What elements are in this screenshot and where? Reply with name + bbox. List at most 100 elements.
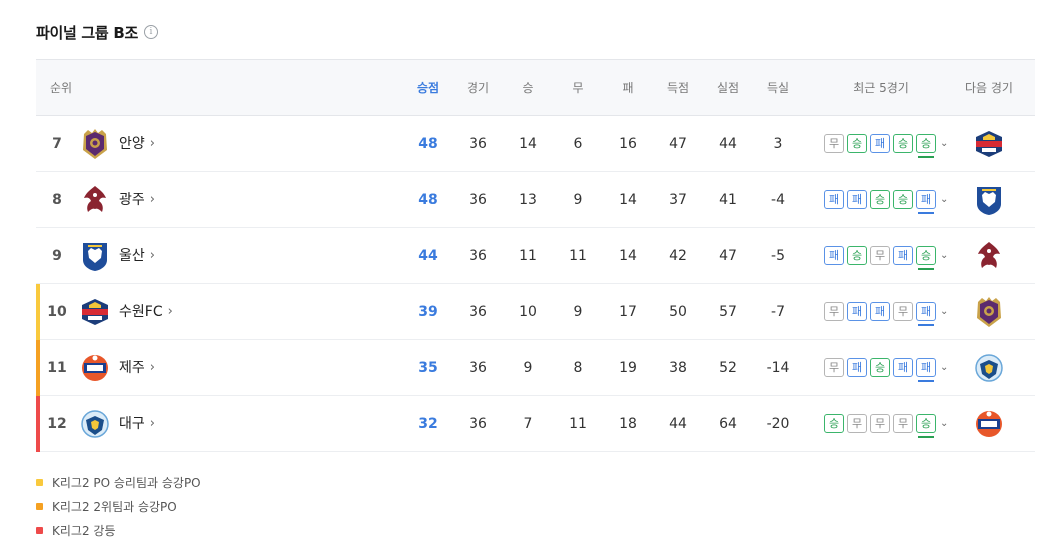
played-cell: 36 — [469, 304, 487, 320]
goals-for-cell: 50 — [669, 304, 687, 320]
team-link[interactable]: 수원FC › — [119, 284, 173, 340]
result-badge: 승 — [847, 134, 867, 153]
result-badge: 승 — [824, 414, 844, 433]
goal-diff-cell: -5 — [771, 248, 785, 264]
result-badge: 무 — [824, 358, 844, 377]
goals-for-cell: 47 — [669, 136, 687, 152]
lost-cell: 19 — [619, 360, 637, 376]
team-link[interactable]: 광주 › — [119, 172, 155, 228]
table-header: 순위 승점 경기 승 무 패 득점 실점 득실 최근 5경기 다음 경기 — [36, 59, 1035, 116]
goals-for-cell: 37 — [669, 192, 687, 208]
goals-for-cell: 42 — [669, 248, 687, 264]
goals-against-cell: 52 — [719, 360, 737, 376]
drawn-cell: 11 — [569, 248, 587, 264]
legend-label: K리그2 PO 승리팀과 승강PO — [52, 475, 201, 490]
table-row: 11 제주 › 35 36 9 8 19 38 52 -14 무 패 승 패 패 ⌄ — [36, 340, 1035, 396]
team-link[interactable]: 울산 › — [119, 228, 155, 284]
legend-color-swatch — [36, 526, 43, 534]
table-row: 10 수원FC › 39 36 10 9 17 50 57 -7 무 패 패 무 패 ⌄ — [36, 284, 1035, 340]
chevron-right-icon: › — [149, 192, 155, 207]
recent-form: 무 패 패 무 패 ⌄ — [824, 302, 948, 326]
next-opponent-crest-suwonfc[interactable] — [974, 128, 1004, 160]
legend-color-swatch — [36, 502, 43, 510]
result-badge: 승 — [847, 246, 867, 265]
goal-diff-cell: -20 — [766, 416, 790, 432]
legend-item: K리그2 강등 — [36, 518, 201, 542]
col-points[interactable]: 승점 — [413, 60, 443, 116]
chevron-right-icon: › — [149, 248, 155, 263]
played-cell: 36 — [469, 248, 487, 264]
team-crest-ulsan[interactable] — [80, 240, 110, 272]
played-cell: 36 — [469, 136, 487, 152]
chevron-down-icon[interactable]: ⌄ — [940, 414, 948, 433]
result-badge: 패 — [893, 246, 913, 265]
chevron-down-icon[interactable]: ⌄ — [940, 134, 948, 153]
lost-cell: 14 — [619, 192, 637, 208]
result-badge: 승 — [893, 190, 913, 209]
team-link[interactable]: 제주 › — [119, 340, 155, 396]
next-opponent-crest-ulsan[interactable] — [974, 184, 1004, 216]
team-link[interactable]: 안양 › — [119, 116, 155, 172]
points-cell: 44 — [418, 248, 438, 264]
chevron-right-icon: › — [149, 416, 155, 431]
team-link[interactable]: 대구 › — [119, 396, 155, 452]
section-header: 파이널 그룹 B조 i — [36, 20, 158, 44]
result-badge: 승 — [916, 246, 936, 270]
points-cell: 32 — [418, 416, 438, 432]
result-badge: 패 — [916, 302, 936, 326]
next-opponent-crest-daegu[interactable] — [974, 352, 1004, 384]
chevron-down-icon[interactable]: ⌄ — [940, 190, 948, 209]
table-row: 7 안양 › 48 36 14 6 16 47 44 3 무 승 패 승 승 ⌄ — [36, 116, 1035, 172]
chevron-down-icon[interactable]: ⌄ — [940, 246, 948, 265]
chevron-down-icon[interactable]: ⌄ — [940, 302, 948, 321]
col-goal-diff: 득실 — [766, 81, 790, 95]
team-name: 제주 — [119, 360, 145, 376]
recent-form: 무 승 패 승 승 ⌄ — [824, 134, 948, 158]
col-won: 승 — [522, 81, 534, 95]
result-badge: 무 — [870, 246, 890, 265]
team-crest-suwonfc[interactable] — [80, 296, 110, 328]
result-badge: 승 — [870, 358, 890, 377]
team-crest-gwangju[interactable] — [80, 184, 110, 216]
won-cell: 13 — [519, 192, 537, 208]
result-badge: 패 — [824, 246, 844, 265]
points-cell: 39 — [418, 304, 438, 320]
lost-cell: 17 — [619, 304, 637, 320]
result-badge: 패 — [916, 190, 936, 214]
team-crest-daegu[interactable] — [80, 408, 110, 440]
rank-cell: 9 — [52, 248, 62, 264]
team-crest-jeju[interactable] — [80, 352, 110, 384]
played-cell: 36 — [469, 192, 487, 208]
goal-diff-cell: -7 — [771, 304, 785, 320]
result-badge: 승 — [916, 414, 936, 438]
standings-table: 순위 승점 경기 승 무 패 득점 실점 득실 최근 5경기 다음 경기 7 안양… — [36, 59, 1035, 452]
won-cell: 7 — [523, 416, 533, 432]
chevron-right-icon: › — [167, 304, 173, 319]
info-icon[interactable]: i — [143, 25, 158, 39]
next-opponent-crest-gwangju[interactable] — [974, 240, 1004, 272]
result-badge: 패 — [847, 358, 867, 377]
team-name: 울산 — [119, 248, 145, 264]
won-cell: 11 — [519, 248, 537, 264]
played-cell: 36 — [469, 360, 487, 376]
chevron-right-icon: › — [149, 136, 155, 151]
zone-indicator — [36, 340, 40, 396]
result-badge: 패 — [847, 190, 867, 209]
points-cell: 48 — [418, 192, 438, 208]
chevron-down-icon[interactable]: ⌄ — [940, 358, 948, 377]
result-badge: 승 — [870, 190, 890, 209]
next-opponent-crest-jeju[interactable] — [974, 408, 1004, 440]
lost-cell: 16 — [619, 136, 637, 152]
col-goals-for: 득점 — [666, 81, 690, 95]
points-cell: 48 — [418, 136, 438, 152]
rank-cell: 7 — [52, 136, 62, 152]
won-cell: 9 — [523, 360, 533, 376]
rank-cell: 10 — [47, 304, 67, 320]
legend-label: K리그2 2위팀과 승강PO — [52, 499, 177, 514]
col-drawn: 무 — [572, 81, 584, 95]
page-title: 파이널 그룹 B조 — [36, 23, 138, 42]
chevron-right-icon: › — [149, 360, 155, 375]
team-crest-anyang[interactable] — [80, 128, 110, 160]
next-opponent-crest-anyang[interactable] — [974, 296, 1004, 328]
recent-form: 패 승 무 패 승 ⌄ — [824, 246, 948, 270]
